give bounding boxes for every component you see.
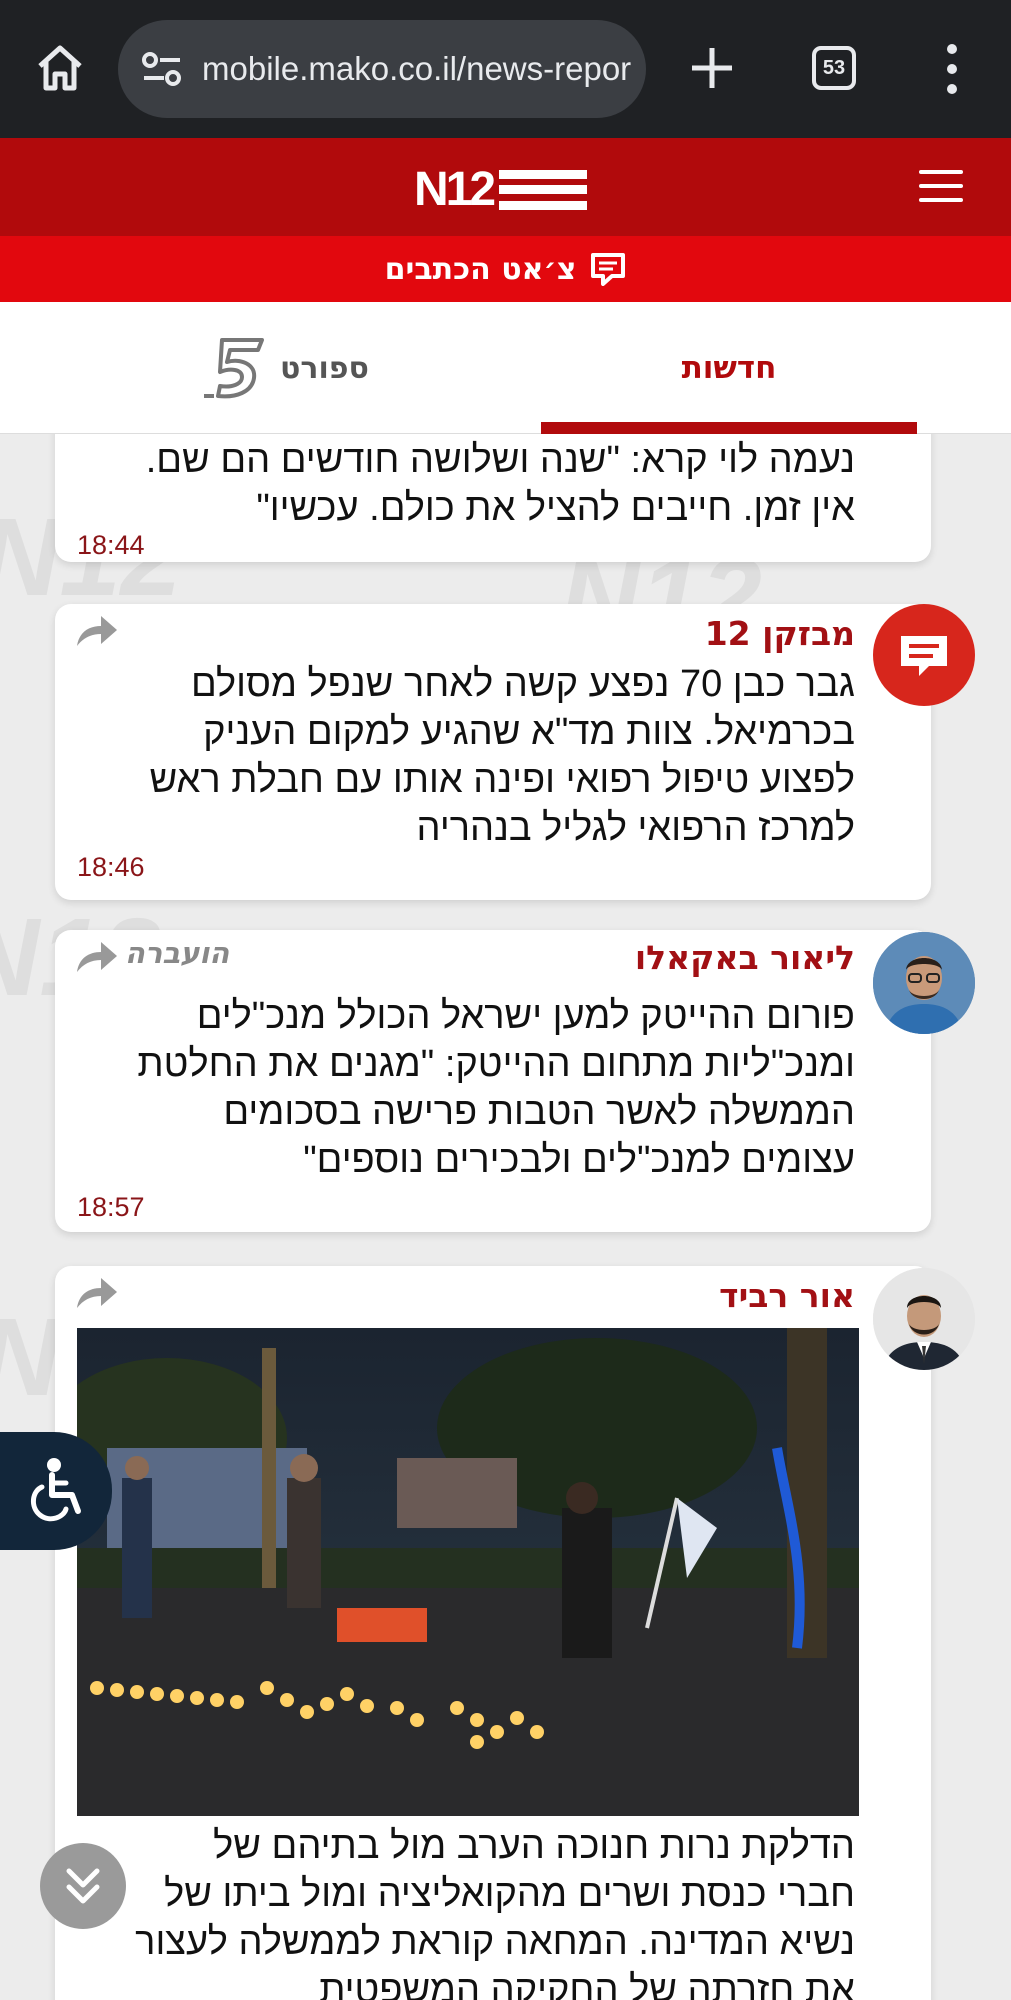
- scroll-down-button[interactable]: [40, 1843, 126, 1929]
- site-header: N12: [0, 138, 1011, 236]
- wheelchair-icon: [31, 1458, 81, 1522]
- feed-item-author: ליאור באקאלו: [634, 938, 855, 977]
- site-settings-icon[interactable]: [140, 47, 184, 91]
- accessibility-button[interactable]: [0, 1432, 112, 1550]
- reporters-chat-bar[interactable]: צ׳אט הכתבים: [0, 236, 1011, 302]
- home-icon[interactable]: [28, 40, 92, 96]
- share-icon[interactable]: [75, 940, 119, 974]
- feed-item-time: 18:46: [77, 852, 145, 882]
- browser-toolbar: mobile.mako.co.il/news-repor 53: [0, 0, 1011, 138]
- n12-logo[interactable]: N12: [414, 162, 588, 217]
- tab-count: 53: [822, 56, 846, 79]
- feed-item-text: הדלקת נרות חנוכה הערב מול בתיהם של חברי …: [135, 1825, 855, 2000]
- tab-news[interactable]: חדשות: [541, 302, 917, 434]
- logo-text: N12: [414, 163, 496, 216]
- address-bar[interactable]: mobile.mako.co.il/news-repor: [118, 20, 646, 118]
- reporter-avatar: [873, 932, 975, 1034]
- chat-icon: [591, 253, 626, 286]
- news-feed[interactable]: N12 N12 N12 N12 N12 N12 נעמה לוי קרא: "ש…: [0, 434, 1011, 2000]
- feed-item-time: 18:57: [77, 1192, 145, 1222]
- feed-item-time: 18:44: [77, 530, 145, 560]
- tab-switcher-button[interactable]: 53: [812, 46, 856, 90]
- active-tab-indicator: [541, 422, 917, 434]
- feed-item[interactable]: ליאור באקאלו הועברה פורום ההייטק למען יש…: [55, 930, 931, 1232]
- feed-item[interactable]: נעמה לוי קרא: "שנה ושלושה חודשים הם שם. …: [55, 434, 931, 562]
- feed-item-text: פורום ההייטק למען ישראל הכולל מנכ"לים ומ…: [137, 995, 855, 1181]
- logo-stripes: [499, 169, 588, 210]
- url-text: mobile.mako.co.il/news-repor: [202, 50, 632, 87]
- new-tab-icon[interactable]: [684, 36, 740, 100]
- forwarded-label: הועברה: [125, 936, 230, 970]
- tab-sport[interactable]: ספורט: [200, 332, 390, 404]
- reporter-avatar: [873, 1268, 975, 1370]
- feed-item[interactable]: מבזקן 12 גבר כבן 70 נפצע קשה לאחר שנפל מ…: [55, 604, 931, 900]
- tab-sport-label: ספורט: [280, 350, 369, 386]
- share-icon[interactable]: [75, 614, 119, 648]
- feed-item[interactable]: אור רביד הדלקת נרות חנוכה הערב מול בתיהם…: [55, 1266, 931, 2000]
- feed-item-text: גבר כבן 70 נפצע קשה לאחר שנפל מסולם בכרמ…: [149, 663, 855, 849]
- share-icon[interactable]: [75, 1276, 119, 1310]
- section-tabs: חדשות ספורט: [0, 302, 1011, 434]
- more-menu-icon[interactable]: [936, 44, 968, 94]
- flash-news-avatar: [873, 604, 975, 706]
- sport5-logo-icon: [204, 338, 264, 399]
- hamburger-menu-icon[interactable]: [919, 170, 963, 202]
- double-chevron-down-icon: [66, 1868, 100, 1904]
- chat-bubble-icon: [901, 636, 947, 676]
- feed-item-author: מבזקן 12: [704, 614, 855, 653]
- feed-item-image[interactable]: [77, 1328, 859, 1816]
- feed-item-text: נעמה לוי קרא: "שנה ושלושה חודשים הם שם. …: [145, 439, 855, 529]
- feed-item-author: אור רביד: [719, 1276, 855, 1315]
- chat-bar-label: צ׳אט הכתבים: [384, 251, 577, 287]
- tab-news-label: חדשות: [681, 350, 777, 386]
